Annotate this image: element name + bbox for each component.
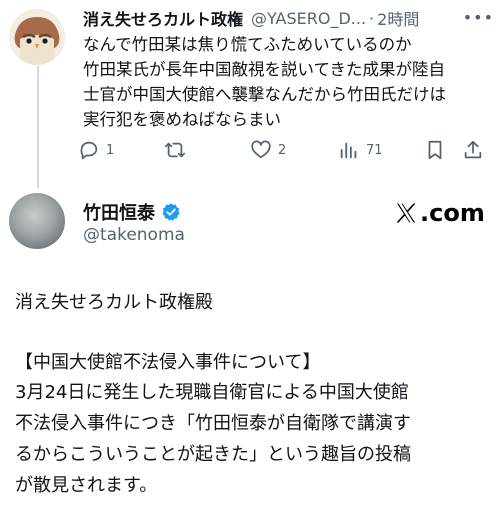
post-text-line: るからこういうことが起きた」という趣旨の投稿 (15, 444, 411, 465)
post-text-line: 3月24日に発生した現職自衛官による中国大使館 (15, 382, 409, 403)
post-text-line: 消え失せろカルト政権殿 (15, 292, 213, 313)
post-display-name[interactable]: 竹田恒泰 (83, 199, 155, 225)
x-logo-icon (396, 203, 416, 223)
reply-text-line: 竹田某氏が長年中国敵視を説いてきた成果が陸自 (83, 60, 446, 79)
post-text-line: 【中国大使館不法侵入事件について】 (15, 352, 321, 373)
reply-timestamp[interactable]: 2時間 (377, 6, 419, 30)
reply-handle[interactable]: @YASERO_D... (251, 9, 366, 28)
bookmark-button[interactable] (424, 136, 446, 164)
view-count: 71 (366, 142, 383, 158)
share-icon (464, 140, 482, 159)
x-brand-logo: .com (394, 199, 485, 227)
views-icon (340, 142, 357, 159)
reply-display-name[interactable]: 消え失せろカルト政権 (83, 6, 243, 30)
views-button[interactable]: 71 (338, 136, 383, 164)
reply-text-line: なんで竹田某は焦り慌てふためいているのか (83, 35, 412, 54)
more-icon[interactable]: ••• (463, 8, 494, 27)
post-text-line: が散見されます。 (15, 475, 158, 496)
like-button[interactable]: 2 (250, 136, 286, 164)
reply-count: 1 (106, 142, 115, 158)
post-text-line: 不法侵入事件につき「竹田恒泰が自衛隊で講演す (15, 413, 411, 434)
bird-avatar-icon (9, 9, 65, 65)
verified-badge-icon (162, 203, 180, 221)
bookmark-icon (428, 140, 442, 160)
share-button[interactable] (462, 136, 484, 164)
retweet-icon (164, 142, 186, 158)
like-icon (251, 140, 271, 159)
retweet-button[interactable] (164, 136, 192, 164)
reply-text: なんで竹田某は焦り慌てふためいているのか 竹田某氏が長年中国敵視を説いてきた成果… (83, 32, 495, 132)
reply-button[interactable]: 1 (78, 136, 114, 164)
reply-author-avatar[interactable] (9, 9, 65, 65)
reply-text-line: 実行犯を褒めねばならまい (83, 110, 281, 129)
x-brand-domain: .com (420, 199, 485, 227)
like-count: 2 (278, 142, 287, 158)
reply-action-bar: 1 2 71 (76, 136, 494, 164)
post-handle[interactable]: @takenoma (83, 225, 185, 245)
reply-icon (80, 141, 98, 160)
thread-line (37, 66, 39, 188)
post-author-avatar[interactable] (9, 193, 65, 249)
post-author-name-row: 竹田恒泰 (83, 199, 181, 225)
reply-header: 消え失せろカルト政権 @YASERO_D... · 2時間 (83, 6, 493, 30)
reply-text-line: 士官が中国大使館へ襲撃なんだから竹田氏だけは (83, 85, 446, 104)
reply-separator: · (369, 8, 375, 28)
